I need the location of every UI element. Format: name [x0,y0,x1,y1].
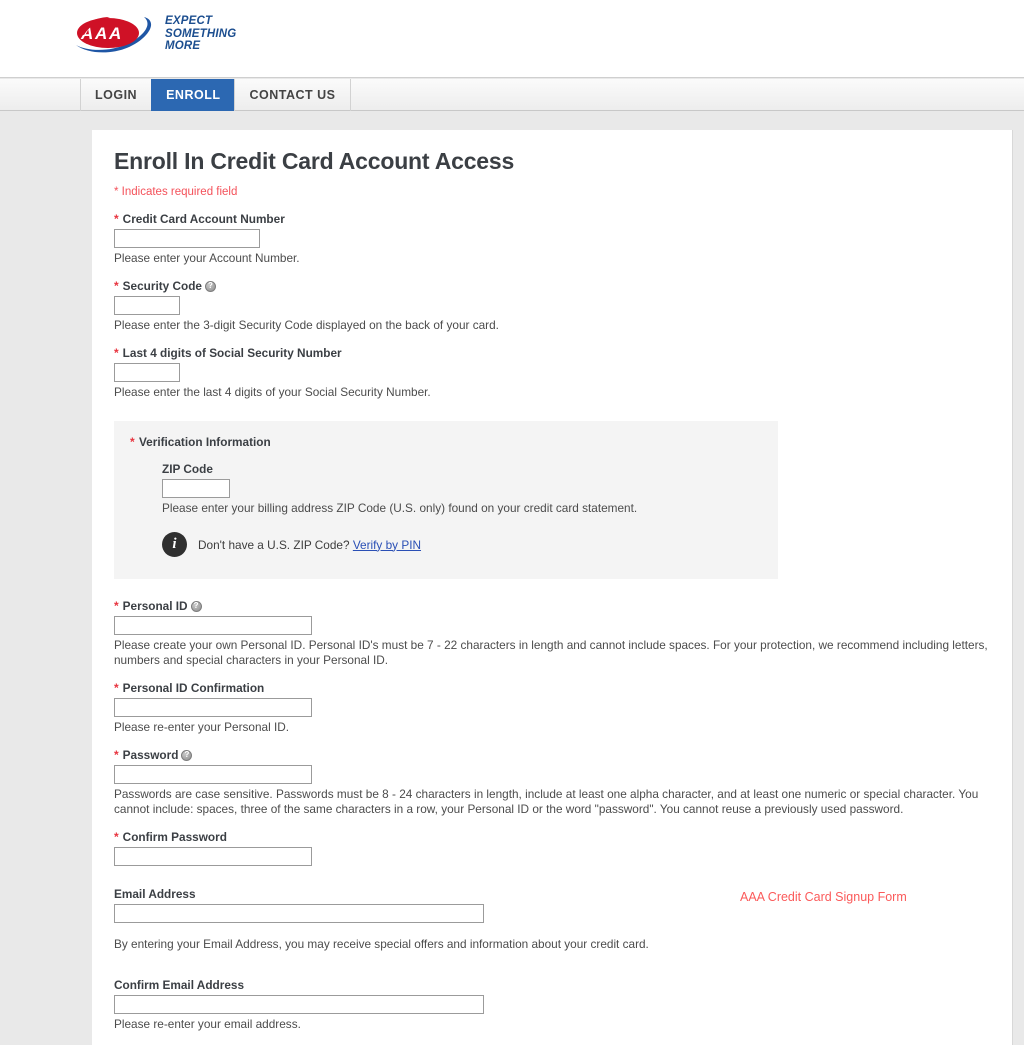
label-personal-id: * Personal ID ? [114,599,990,613]
field-account-number: * Credit Card Account Number Please ente… [114,212,990,266]
svg-text:A: A [108,24,121,43]
nav-tab-login[interactable]: LOGIN [80,79,153,111]
label-text: Confirm Password [122,830,227,844]
personal-id-input[interactable] [114,616,312,635]
label-text: Personal ID [122,599,188,613]
hint-security-code: Please enter the 3-digit Security Code d… [114,318,499,332]
hint-email-address: By entering your Email Address, you may … [114,937,649,951]
tagline-line-2: SOMETHING [165,27,237,40]
field-password: * Password ? Passwords are case sensitiv… [114,748,990,817]
hint-confirm-email-address: Please re-enter your email address. [114,1017,301,1031]
aaa-logo[interactable]: A A A EXPECT SOMETHING MORE [70,11,236,57]
required-field-note: * Indicates required field [114,186,238,198]
help-icon[interactable]: ? [190,600,202,612]
label-security-code: * Security Code ? [114,279,990,293]
hint-personal-id: Please create your own Personal ID. Pers… [114,638,988,667]
required-star-icon: * [114,279,119,293]
hint-password: Passwords are case sensitive. Passwords … [114,787,979,816]
required-star-icon: * [114,346,119,360]
info-icon: i [162,532,187,557]
nav-tab-list: LOGIN ENROLL CONTACT US [80,79,351,111]
required-star-icon: * [114,681,119,695]
svg-text:A: A [94,24,107,43]
field-security-code: * Security Code ? Please enter the 3-dig… [114,279,990,333]
label-password: * Password ? [114,748,990,762]
tagline-line-3: MORE [165,40,201,53]
hint-ssn-last4: Please enter the last 4 digits of your S… [114,385,431,399]
label-account-number: * Credit Card Account Number [114,212,990,226]
verification-panel-title: * Verification Information [130,435,762,449]
field-confirm-password: * Confirm Password [114,830,990,866]
site-header: A A A EXPECT SOMETHING MORE [0,0,1024,78]
brand-tagline: EXPECT SOMETHING MORE [165,15,236,53]
hint-account-number: Please enter your Account Number. [114,251,300,265]
label-text: Last 4 digits of Social Security Number [122,346,342,360]
required-star-icon: * [114,830,119,844]
label-text: ZIP Code [162,462,213,476]
content-card: Enroll In Credit Card Account Access * I… [92,130,1013,1045]
label-text: Personal ID Confirmation [122,681,265,695]
confirm-password-input[interactable] [114,847,312,866]
verification-information-panel: * Verification Information ZIP Code Plea… [114,421,778,579]
label-text: Confirm Email Address [114,978,245,992]
required-star-icon: * [114,212,119,226]
help-icon[interactable]: ? [205,280,216,292]
verify-by-pin-link[interactable]: Verify by PIN [353,538,421,552]
field-confirm-email-address: Confirm Email Address Please re-enter yo… [114,978,990,1032]
field-personal-id-confirmation: * Personal ID Confirmation Please re-ent… [114,681,990,735]
nav-tab-contact-us[interactable]: CONTACT US [234,79,351,111]
label-personal-id-confirmation: * Personal ID Confirmation [114,681,990,695]
verification-panel-body: ZIP Code Please enter your billing addre… [130,462,762,557]
field-personal-id: * Personal ID ? Please create your own P… [114,599,990,668]
email-address-input[interactable] [114,904,484,923]
label-text: Credit Card Account Number [122,212,285,226]
confirm-email-address-input[interactable] [114,995,484,1014]
help-icon[interactable]: ? [181,749,193,761]
personal-id-confirmation-input[interactable] [114,698,312,717]
field-ssn-last4: * Last 4 digits of Social Security Numbe… [114,346,990,400]
hint-zip-code: Please enter your billing address ZIP Co… [162,501,638,515]
required-star-icon: * [114,599,119,613]
page-title: Enroll In Credit Card Account Access [114,148,515,174]
password-input[interactable] [114,765,312,784]
label-ssn-last4: * Last 4 digits of Social Security Numbe… [114,346,990,360]
label-confirm-password: * Confirm Password [114,830,990,844]
verify-by-pin-prefix: Don't have a U.S. ZIP Code? [198,537,353,552]
verify-by-pin-text: Don't have a U.S. ZIP Code? Verify by PI… [198,538,421,552]
ssn-last4-input[interactable] [114,363,180,382]
main-navigation: LOGIN ENROLL CONTACT US [0,79,1024,111]
label-text: Security Code [122,279,202,293]
aaa-logo-icon: A A A [76,17,152,53]
label-text: Verification Information [138,435,271,449]
account-number-input[interactable] [114,229,260,248]
nav-tab-enroll[interactable]: ENROLL [151,79,236,111]
label-text: Password [122,748,179,762]
verify-by-pin-row: i Don't have a U.S. ZIP Code? Verify by … [162,532,762,557]
form-annotation-label: AAA Credit Card Signup Form [740,890,907,904]
zip-code-input[interactable] [162,479,230,498]
label-text: Email Address [114,887,196,901]
label-zip-code: ZIP Code [162,462,762,476]
hint-personal-id-confirmation: Please re-enter your Personal ID. [114,720,290,734]
tagline-line-1: EXPECT [165,15,213,28]
required-star-icon: * [114,748,119,762]
label-confirm-email-address: Confirm Email Address [114,978,990,992]
security-code-input[interactable] [114,296,180,315]
required-star-icon: * [130,435,135,449]
